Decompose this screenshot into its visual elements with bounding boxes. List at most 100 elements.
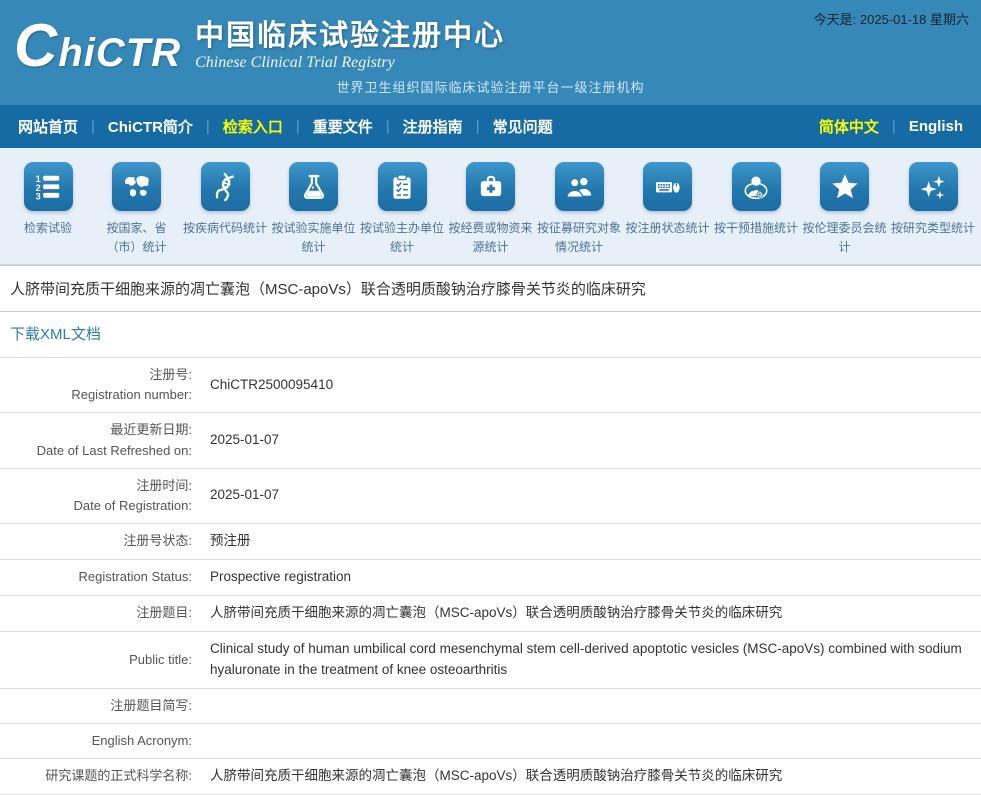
tool-label: 按试验实施单位统计: [270, 219, 358, 256]
table-row: 最近更新日期: Date of Last Refreshed on: 2025-…: [0, 413, 981, 468]
row-label: Public title:: [0, 632, 202, 688]
table-row: 注册时间: Date of Registration: 2025-01-07: [0, 469, 981, 524]
nav-item-home[interactable]: 网站首页: [18, 116, 78, 137]
lang-simplified-chinese[interactable]: 简体中文: [819, 116, 879, 137]
flask-icon: [289, 162, 338, 211]
statistics-toolbar: 1 2 3 检索试验 按国家、省（市）统计: [0, 148, 981, 265]
tool-stats-by-disease-code[interactable]: 按疾病代码统计: [181, 162, 269, 256]
star-icon: [820, 162, 869, 211]
tool-search-trials[interactable]: 1 2 3 检索试验: [4, 162, 92, 256]
download-xml-link[interactable]: 下载XML文档: [10, 326, 101, 343]
row-label-cn: 注册号:: [0, 365, 192, 385]
table-row: 注册题目简写:: [0, 689, 981, 724]
row-label-en: Registration Status:: [0, 567, 192, 587]
row-label: 最近更新日期: Date of Last Refreshed on:: [0, 413, 202, 467]
row-label-cn: 研究课题的正式科学名称:: [0, 766, 192, 786]
row-label-cn: 注册时间:: [0, 476, 192, 496]
site-header: 今天是: 2025-01-18 星期六 ChiCTR 中国临床试验注册中心 Ch…: [0, 0, 981, 105]
world-map-icon: [112, 162, 161, 211]
site-title-english: Chinese Clinical Trial Registry: [195, 54, 505, 72]
row-label-en: Date of Last Refreshed on:: [0, 441, 192, 461]
nav-separator: |: [386, 118, 390, 135]
row-label-en: Public title:: [0, 650, 192, 670]
tool-label: 按疾病代码统计: [183, 219, 267, 238]
registration-status-cn-value: 预注册: [202, 524, 981, 559]
nav-item-about[interactable]: ChiCTR简介: [108, 116, 193, 137]
clipboard-icon: [378, 162, 427, 211]
sparkles-icon: [909, 162, 958, 211]
tool-label: 按伦理委员会统计: [801, 219, 889, 256]
table-row: 注册题目: 人脐带间充质干细胞来源的凋亡囊泡（MSC-apoVs）联合透明质酸钠…: [0, 596, 981, 632]
registration-date-value: 2025-01-07: [202, 469, 981, 523]
dna-icon: [201, 162, 250, 211]
trial-title: 人脐带间充质干细胞来源的凋亡囊泡（MSC-apoVs）联合透明质酸钠治疗膝骨关节…: [0, 265, 981, 312]
row-label-en: English Acronym:: [0, 731, 192, 751]
tool-label: 按国家、省（市）统计: [93, 219, 181, 256]
tool-label: 检索试验: [24, 219, 72, 238]
registration-status-en-value: Prospective registration: [202, 560, 981, 595]
tool-stats-by-recruitment-status[interactable]: 按征募研究对象情况统计: [535, 162, 623, 256]
medical-bag-icon: [466, 162, 515, 211]
row-label-cn: 注册号状态:: [0, 531, 192, 551]
tool-stats-by-study-type[interactable]: 按研究类型统计: [889, 162, 977, 256]
tool-label: 按干预措施统计: [714, 219, 798, 238]
row-label-en: Registration number:: [0, 385, 192, 405]
nav-item-important-documents[interactable]: 重要文件: [313, 116, 373, 137]
title-acronym-cn-value: [202, 689, 981, 723]
english-acronym-value: [202, 724, 981, 758]
site-title-chinese: 中国临床试验注册中心: [195, 20, 505, 53]
nav-separator: |: [206, 118, 210, 135]
registration-details-table: 注册号: Registration number: ChiCTR25000954…: [0, 357, 981, 795]
people-icon: [555, 162, 604, 211]
keyboard-mouse-icon: [643, 162, 692, 211]
row-label: 注册号状态:: [0, 524, 202, 559]
table-row: Public title: Clinical study of human um…: [0, 632, 981, 689]
tool-stats-by-ethics-committee[interactable]: 按伦理委员会统计: [801, 162, 889, 256]
tool-stats-by-intervention[interactable]: 按干预措施统计: [712, 162, 800, 256]
who-registry-subtitle: 世界卫生组织国际临床试验注册平台一级注册机构: [0, 77, 981, 96]
table-row: 注册号: Registration number: ChiCTR25000954…: [0, 358, 981, 413]
nav-separator: |: [476, 118, 480, 135]
main-navbar: 网站首页 | ChiCTR简介 | 检索入口 | 重要文件 | 注册指南 | 常…: [0, 105, 981, 148]
tool-label: 按试验主办单位统计: [358, 219, 446, 256]
row-label-cn: 注册题目简写:: [0, 696, 192, 716]
lang-english[interactable]: English: [909, 118, 963, 135]
row-label: 注册号: Registration number:: [0, 358, 202, 412]
tool-label: 按研究类型统计: [891, 219, 975, 238]
table-row: 研究课题的正式科学名称: 人脐带间充质干细胞来源的凋亡囊泡（MSC-apoVs）…: [0, 759, 981, 795]
nav-item-registration-guide[interactable]: 注册指南: [403, 116, 463, 137]
download-section: 下载XML文档: [0, 312, 981, 357]
nav-separator: |: [91, 118, 95, 135]
nav-item-search-entry[interactable]: 检索入口: [223, 116, 283, 137]
last-refreshed-date-value: 2025-01-07: [202, 413, 981, 467]
table-row: 注册号状态: 预注册: [0, 524, 981, 560]
scientific-title-value: 人脐带间充质干细胞来源的凋亡囊泡（MSC-apoVs）联合透明质酸钠治疗膝骨关节…: [202, 759, 981, 794]
row-label: Registration Status:: [0, 560, 202, 595]
row-label: 研究课题的正式科学名称:: [0, 759, 202, 794]
public-title-value: Clinical study of human umbilical cord m…: [202, 632, 981, 688]
row-label: 注册题目简写:: [0, 689, 202, 723]
nav-separator: |: [892, 118, 896, 135]
row-label: English Acronym:: [0, 724, 202, 758]
tool-label: 按注册状态统计: [625, 219, 709, 238]
row-label: 注册时间: Date of Registration:: [0, 469, 202, 523]
nav-item-faq[interactable]: 常见问题: [493, 116, 553, 137]
doctor-icon: [732, 162, 781, 211]
table-row: English Acronym:: [0, 724, 981, 759]
row-label-en: Date of Registration:: [0, 496, 192, 516]
registration-number-value: ChiCTR2500095410: [202, 358, 981, 412]
svg-text:3: 3: [36, 191, 41, 201]
row-label-cn: 注册题目:: [0, 603, 192, 623]
tool-stats-by-registration-status[interactable]: 按注册状态统计: [624, 162, 712, 256]
tool-stats-by-funding-source[interactable]: 按经费或物资来源统计: [447, 162, 535, 256]
table-row: Registration Status: Prospective registr…: [0, 560, 981, 596]
tool-stats-by-country-province[interactable]: 按国家、省（市）统计: [93, 162, 181, 256]
current-date: 今天是: 2025-01-18 星期六: [814, 9, 969, 28]
nav-separator: |: [296, 118, 300, 135]
tool-stats-by-sponsor-unit[interactable]: 按试验主办单位统计: [358, 162, 446, 256]
tool-label: 按经费或物资来源统计: [447, 219, 535, 256]
chictr-logo: ChiCTR: [14, 16, 181, 76]
row-label-cn: 最近更新日期:: [0, 420, 192, 440]
tool-stats-by-implementing-unit[interactable]: 按试验实施单位统计: [270, 162, 358, 256]
numbered-list-icon: 1 2 3: [24, 162, 73, 211]
